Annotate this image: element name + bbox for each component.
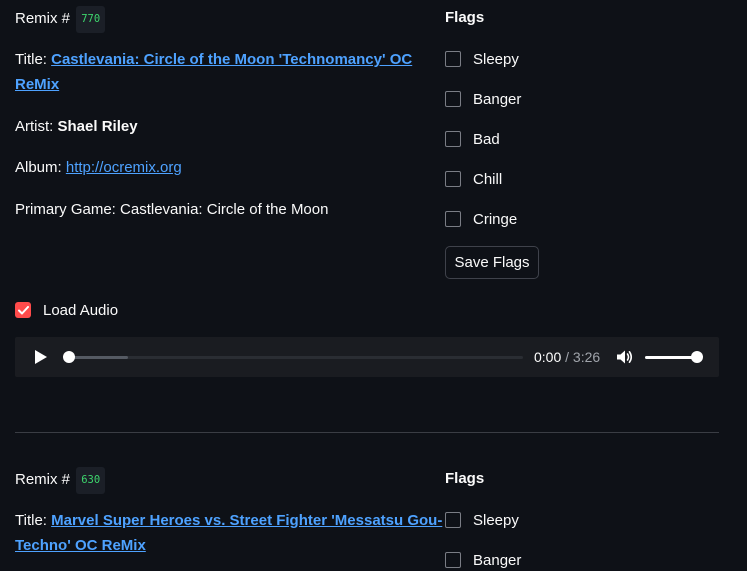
flag-label: Cringe <box>473 210 518 228</box>
checkbox-box[interactable] <box>445 512 461 528</box>
load-audio-label: Load Audio <box>43 301 119 319</box>
remix-number-row: Remix # 770 <box>15 6 106 33</box>
play-icon[interactable] <box>35 350 47 364</box>
time-display: 0:00 / 3:26 <box>534 349 600 365</box>
save-flags-button[interactable]: Save Flags <box>445 246 539 279</box>
checkbox-box[interactable] <box>445 171 461 187</box>
primary-game-value: Castlevania: Circle of the Moon <box>120 201 329 218</box>
flag-checkbox-sleepy[interactable]: Sleepy <box>445 48 519 70</box>
section-divider <box>15 432 719 433</box>
load-audio-checkbox[interactable]: Load Audio <box>15 300 118 320</box>
checkbox-checked[interactable] <box>15 302 31 318</box>
title-label: Title: <box>15 51 47 68</box>
buffered-range <box>69 356 129 359</box>
primary-game-label: Primary Game: <box>15 201 116 218</box>
volume-icon[interactable] <box>615 348 633 366</box>
title-row-continued: Techno' OC ReMix <box>15 533 146 558</box>
album-link[interactable]: http://ocremix.org <box>66 159 182 176</box>
flag-checkbox-banger[interactable]: Banger <box>445 88 521 110</box>
flags-title: Flags <box>445 470 485 487</box>
checkbox-box[interactable] <box>445 552 461 568</box>
duration: 3:26 <box>572 349 601 365</box>
title-link[interactable]: Castlevania: Circle of the Moon 'Technom… <box>51 51 412 68</box>
seek-bar[interactable] <box>63 351 523 363</box>
remix-number-badge: 770 <box>76 6 106 33</box>
title-row: Title: Marvel Super Heroes vs. Street Fi… <box>15 508 442 533</box>
audio-player: 0:00 / 3:26 <box>15 337 719 377</box>
flags-title: Flags <box>445 9 485 26</box>
album-row: Album: http://ocremix.org <box>15 155 182 180</box>
flag-label: Bad <box>473 130 500 148</box>
checkbox-box[interactable] <box>445 51 461 67</box>
check-icon <box>17 305 29 314</box>
album-label: Album: <box>15 159 62 176</box>
flag-checkbox-chill[interactable]: Chill <box>445 168 502 190</box>
checkbox-box[interactable] <box>445 211 461 227</box>
flag-checkbox-banger[interactable]: Banger <box>445 549 521 571</box>
remix-number-label: Remix # <box>15 10 71 27</box>
seek-handle[interactable] <box>63 351 75 363</box>
checkbox-box[interactable] <box>445 131 461 147</box>
artist-label: Artist: <box>15 118 54 135</box>
flag-label: Sleepy <box>473 511 519 529</box>
primary-game-row: Primary Game: Castlevania: Circle of the… <box>15 197 328 222</box>
flag-label: Chill <box>473 170 503 188</box>
volume-handle[interactable] <box>691 351 703 363</box>
title-row-continued: ReMix <box>15 72 59 97</box>
artist-name: Shael Riley <box>57 118 138 135</box>
artist-row: Artist: Shael Riley <box>15 114 138 139</box>
current-time: 0:00 <box>534 349 562 365</box>
title-link-continued[interactable]: ReMix <box>15 76 59 93</box>
remix-number-row: Remix # 630 <box>15 467 106 494</box>
title-label: Title: <box>15 512 47 529</box>
flag-label: Banger <box>473 551 522 569</box>
flag-checkbox-cringe[interactable]: Cringe <box>445 208 517 230</box>
time-separator: / <box>561 349 573 365</box>
flag-checkbox-sleepy[interactable]: Sleepy <box>445 509 519 531</box>
checkbox-box[interactable] <box>445 91 461 107</box>
flag-label: Banger <box>473 90 522 108</box>
flag-label: Sleepy <box>473 50 519 68</box>
remix-number-label: Remix # <box>15 471 71 488</box>
remix-number-badge: 630 <box>76 467 106 494</box>
title-row: Title: Castlevania: Circle of the Moon '… <box>15 47 412 72</box>
volume-slider[interactable] <box>645 356 697 359</box>
flag-checkbox-bad[interactable]: Bad <box>445 128 500 150</box>
title-link[interactable]: Marvel Super Heroes vs. Street Fighter '… <box>51 512 442 529</box>
title-link-continued[interactable]: Techno' OC ReMix <box>15 537 146 554</box>
